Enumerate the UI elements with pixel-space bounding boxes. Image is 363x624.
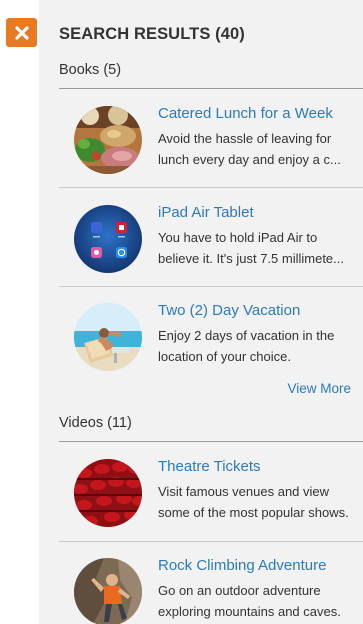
result-title[interactable]: iPad Air Tablet (158, 204, 254, 221)
section-divider (59, 441, 363, 442)
close-x-icon (14, 25, 29, 40)
thumbnail-vacation (74, 303, 142, 371)
result-title[interactable]: Rock Climbing Adventure (158, 557, 326, 574)
result-description: Go on an outdoor adventure exploring mou… (158, 583, 341, 619)
section-divider (59, 88, 363, 89)
close-button[interactable] (6, 18, 37, 47)
thumbnail-theatre-tickets (74, 459, 142, 527)
result-description: Avoid the hassle of leaving for lunch ev… (158, 131, 341, 167)
panel-title: SEARCH RESULTS (40) (59, 25, 245, 43)
view-more-link[interactable]: View More (287, 381, 351, 396)
result-description: You have to hold iPad Air to believe it.… (158, 230, 344, 266)
result-title[interactable]: Two (2) Day Vacation (158, 302, 300, 319)
thumbnail-rock-climbing (74, 558, 142, 624)
result-description: Visit famous venues and view some of the… (158, 484, 349, 520)
result-item-rock-climbing[interactable]: Rock Climbing Adventure Go on an outdoor… (59, 557, 363, 624)
thumbnail-catered-lunch (74, 106, 142, 174)
result-title[interactable]: Theatre Tickets (158, 458, 261, 475)
result-description: Enjoy 2 days of vacation in the location… (158, 328, 335, 364)
section-heading-books: Books (5) (59, 62, 122, 78)
item-divider (59, 541, 363, 542)
item-divider (59, 187, 363, 188)
thumbnail-ipad-air (74, 205, 142, 273)
section-heading-videos: Videos (11) (59, 415, 132, 431)
search-results-panel: SEARCH RESULTS (40) Books (5) Catered Lu… (39, 0, 363, 624)
item-divider (59, 286, 363, 287)
result-title[interactable]: Catered Lunch for a Week (158, 105, 333, 122)
